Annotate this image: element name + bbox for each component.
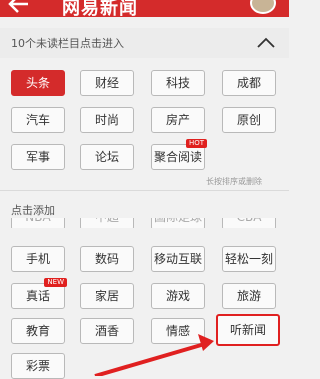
scrolled-channel-row: NBA 中超 国际足球 CBA	[0, 218, 289, 228]
channel-zhongchao[interactable]: 中超	[80, 218, 134, 228]
channel-chengdu[interactable]: 成都	[222, 70, 276, 96]
chevron-up-icon[interactable]	[255, 34, 277, 52]
channel-guoji-zuqiu[interactable]: 国际足球	[151, 218, 205, 228]
avatar[interactable]	[250, 0, 276, 14]
back-arrow-icon[interactable]	[8, 0, 30, 14]
channel-keji[interactable]: 科技	[151, 70, 205, 96]
top-bar: 网易新闻	[0, 0, 289, 17]
channel-junshi[interactable]: 军事	[11, 144, 65, 170]
new-badge: NEW	[44, 278, 67, 287]
channel-label: 真话	[25, 289, 50, 303]
channel-luntan[interactable]: 论坛	[80, 144, 134, 170]
channel-youxi[interactable]: 游戏	[151, 283, 205, 309]
channel-jiaju[interactable]: 家居	[80, 283, 134, 309]
channel-label: 聚合阅读	[153, 150, 202, 164]
channel-lvyou[interactable]: 旅游	[222, 283, 276, 309]
channel-ting-xinwen[interactable]: 听新闻	[216, 314, 280, 346]
channel-yuanchuang[interactable]: 原创	[222, 107, 276, 133]
channel-shouji[interactable]: 手机	[11, 246, 65, 272]
channel-fangchan[interactable]: 房产	[151, 107, 205, 133]
unread-prompt-text: 10个未读栏目点击进入	[11, 37, 124, 50]
channel-caijing[interactable]: 财经	[80, 70, 134, 96]
channel-shuma[interactable]: 数码	[80, 246, 134, 272]
channel-jiaoyu[interactable]: 教育	[11, 318, 65, 344]
channel-yidong-hulian[interactable]: 移动互联	[151, 246, 205, 272]
channel-jiuxiang[interactable]: 酒香	[80, 318, 134, 344]
unread-prompt-bar[interactable]: 10个未读栏目点击进入	[0, 28, 289, 58]
channel-shishang[interactable]: 时尚	[80, 107, 134, 133]
hot-badge: HOT	[185, 139, 207, 148]
channel-cba[interactable]: CBA	[222, 218, 276, 228]
channel-qinggan[interactable]: 情感	[151, 318, 205, 344]
section-divider	[0, 190, 289, 191]
add-section-label: 点击添加	[11, 204, 55, 217]
channel-qiche[interactable]: 汽车	[11, 107, 65, 133]
sort-delete-hint: 长按排序或删除	[206, 177, 262, 186]
channel-zhenhua[interactable]: 真话 NEW	[11, 278, 67, 309]
channel-nba[interactable]: NBA	[11, 218, 65, 228]
app-title: 网易新闻	[62, 0, 138, 17]
channel-qingsong-yike[interactable]: 轻松一刻	[222, 246, 276, 272]
channel-toutiao[interactable]: 头条	[11, 70, 65, 96]
channel-caipiao[interactable]: 彩票	[11, 353, 65, 379]
channel-juhe-yuedu[interactable]: 聚合阅读 HOT	[151, 139, 207, 170]
